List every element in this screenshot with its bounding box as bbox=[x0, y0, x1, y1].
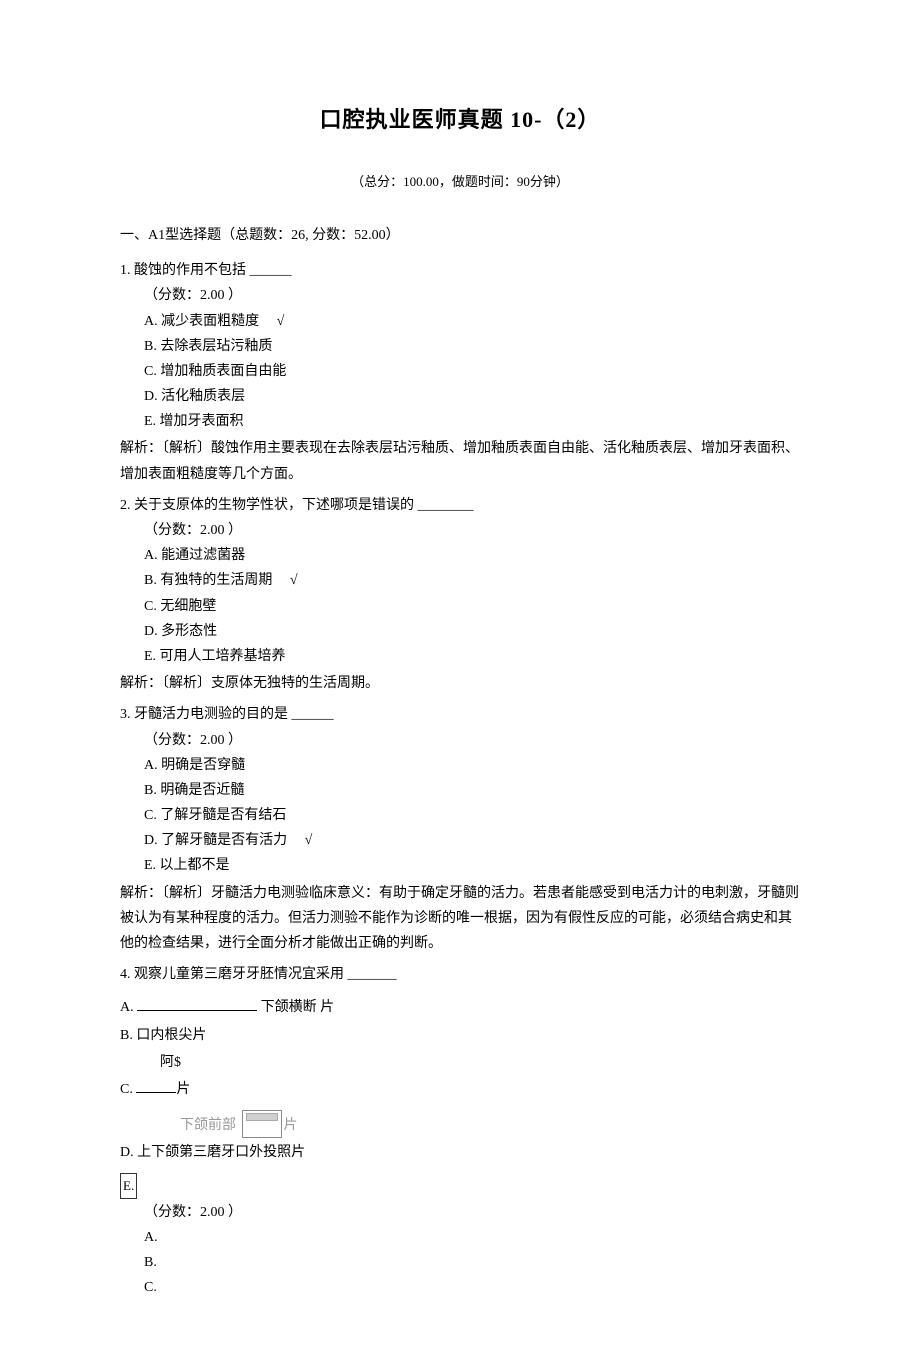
q4-a-pre: A. bbox=[120, 1000, 137, 1015]
q1-a-text: A. 减少表面粗糙度 bbox=[144, 314, 259, 329]
q4-option-e: E. bbox=[120, 1173, 800, 1199]
q2-b-text: B. 有独特的生活周期 bbox=[144, 573, 272, 588]
q1-score: （分数：2.00 ） bbox=[120, 283, 800, 308]
q2-option-c: C. 无细胞壁 bbox=[120, 594, 800, 619]
q4-stem: 4. 观察儿童第三磨牙牙胚情况宜采用 _______ bbox=[120, 962, 800, 987]
q1-option-c: C. 增加釉质表面自由能 bbox=[120, 359, 800, 384]
q4-e-box: E. bbox=[120, 1173, 137, 1198]
page-title: 口腔执业医师真题 10-（2） bbox=[120, 100, 800, 140]
q4-option-b2: 阿$ bbox=[120, 1050, 800, 1075]
q4-image-caption: 下颌前部 片 bbox=[120, 1110, 800, 1138]
q2-option-d: D. 多形态性 bbox=[120, 619, 800, 644]
q3-option-c: C. 了解牙髓是否有结石 bbox=[120, 803, 800, 828]
q2-explain: 解析：〔解析〕支原体无独特的生活周期。 bbox=[120, 671, 800, 696]
q3-explain: 解析：〔解析〕牙髓活力电测验临床意义：有助于确定牙髓的活力。若患者能感受到电活力… bbox=[120, 881, 800, 957]
q2-option-a: A. 能通过滤菌器 bbox=[120, 543, 800, 568]
q4-option-a: A. 下颌横断 片 bbox=[120, 995, 800, 1020]
q3-option-b: B. 明确是否近髓 bbox=[120, 778, 800, 803]
q4-option-c: C. 片 bbox=[120, 1077, 800, 1102]
q4-answer-a: A. bbox=[120, 1225, 800, 1250]
score-time: （总分：100.00，做题时间：90分钟） bbox=[120, 170, 800, 193]
section-heading: 一、A1型选择题（总题数：26, 分数：52.00） bbox=[120, 223, 800, 248]
check-icon: √ bbox=[290, 568, 298, 593]
q4-img-pre: 下颌前部 bbox=[180, 1118, 240, 1133]
q1-option-a: A. 减少表面粗糙度 √ bbox=[120, 309, 800, 334]
q4-c-post: 片 bbox=[176, 1082, 190, 1097]
q3-option-d: D. 了解牙髓是否有活力 √ bbox=[120, 828, 800, 853]
q4-answer-c: C. bbox=[120, 1275, 800, 1300]
check-icon: √ bbox=[305, 828, 313, 853]
q4-c-pre: C. bbox=[120, 1082, 136, 1097]
q4-answer-b: B. bbox=[120, 1250, 800, 1275]
q3-d-text: D. 了解牙髓是否有活力 bbox=[144, 833, 287, 848]
check-icon: √ bbox=[277, 309, 285, 334]
q3-stem: 3. 牙髓活力电测验的目的是 ______ bbox=[120, 702, 800, 727]
q1-option-b: B. 去除表层玷污釉质 bbox=[120, 334, 800, 359]
q2-stem: 2. 关于支原体的生物学性状，下述哪项是错误的 ________ bbox=[120, 493, 800, 518]
q1-stem: 1. 酸蚀的作用不包括 ______ bbox=[120, 258, 800, 283]
placeholder-image-icon bbox=[242, 1110, 282, 1138]
q4-a-post: 下颌横断 片 bbox=[257, 1000, 334, 1015]
q4-option-d: D. 上下颌第三磨牙口外投照片 bbox=[120, 1140, 800, 1165]
blank-line bbox=[137, 997, 257, 1011]
q2-option-b: B. 有独特的生活周期 √ bbox=[120, 568, 800, 593]
q4-score: （分数：2.00 ） bbox=[120, 1200, 800, 1225]
q4-img-post: 片 bbox=[284, 1118, 298, 1133]
q2-option-e: E. 可用人工培养基培养 bbox=[120, 644, 800, 669]
q3-option-a: A. 明确是否穿髓 bbox=[120, 753, 800, 778]
q4-option-b: B. 口内根尖片 bbox=[120, 1023, 800, 1048]
q1-option-e: E. 增加牙表面积 bbox=[120, 409, 800, 434]
q3-option-e: E. 以上都不是 bbox=[120, 853, 800, 878]
q3-score: （分数：2.00 ） bbox=[120, 728, 800, 753]
q1-explain: 解析：〔解析〕酸蚀作用主要表现在去除表层玷污釉质、增加釉质表面自由能、活化釉质表… bbox=[120, 436, 800, 486]
q1-option-d: D. 活化釉质表层 bbox=[120, 384, 800, 409]
blank-line bbox=[136, 1079, 176, 1093]
q2-score: （分数：2.00 ） bbox=[120, 518, 800, 543]
